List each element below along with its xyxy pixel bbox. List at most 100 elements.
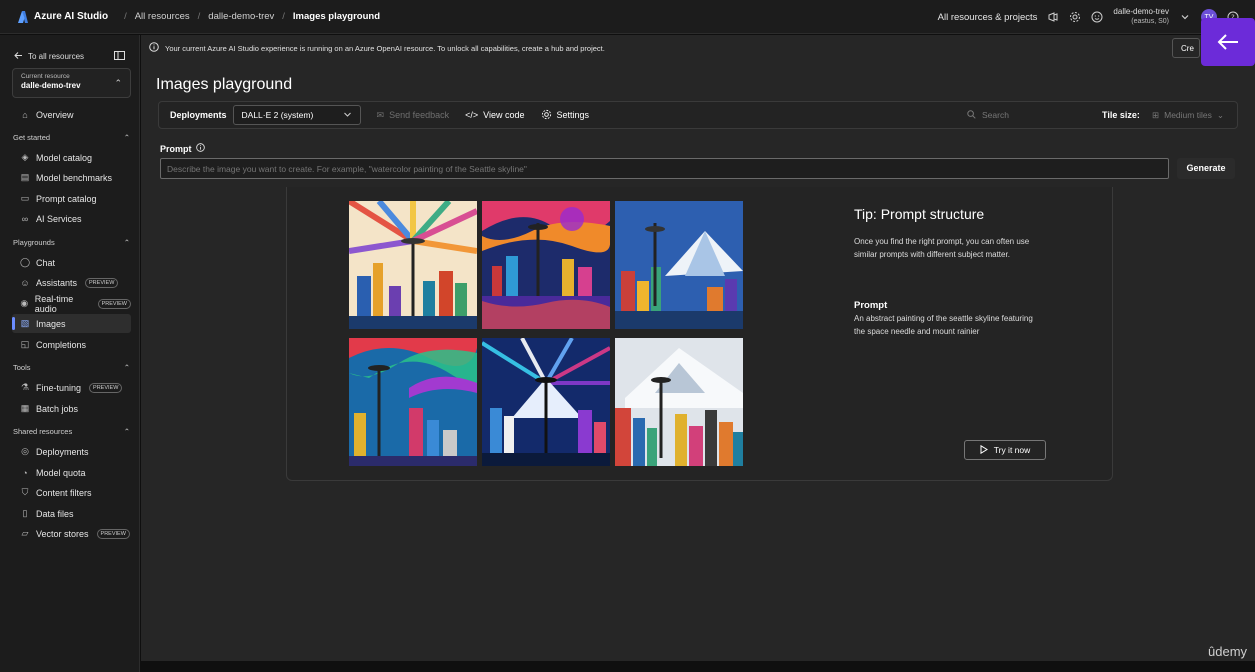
chevron-up-icon: ⌃ [123, 133, 130, 142]
sidebar-item-label: AI Services [36, 213, 82, 224]
toolbar: Deployments DALL·E 2 (system) ✉ Send fee… [158, 101, 1238, 129]
sidebar-item-label: Batch jobs [36, 403, 79, 414]
view-code-label: View code [483, 110, 525, 120]
info-icon[interactable] [195, 143, 205, 154]
assistant-icon: ☺ [20, 277, 30, 288]
account-region: (eastus, S0) [1131, 18, 1169, 25]
sidebar-item-realtime-audio[interactable]: ◉ Real-time audio PREVIEW [12, 294, 131, 314]
announcement-icon[interactable] [1047, 11, 1059, 23]
chevron-up-icon: ⌃ [123, 427, 130, 436]
chevron-down-icon[interactable] [1179, 11, 1191, 23]
file-icon: ▯ [22, 508, 28, 518]
settings-label: Settings [556, 110, 590, 120]
breadcrumb-all-resources[interactable]: All resources [135, 11, 190, 22]
group-label: Shared resources [13, 427, 73, 436]
sidebar-item-label: Data files [36, 508, 74, 519]
sample-image [615, 338, 743, 466]
deployments-label: Deployments [170, 110, 227, 120]
sidebar-item-model-quota[interactable]: ◔ Model quota [12, 463, 131, 482]
services-icon: ∞ [21, 213, 29, 224]
main-content: Images playground Deployments DALL·E 2 (… [141, 61, 1255, 661]
tile-grid-icon: ⊞ [1152, 109, 1160, 120]
settings-button[interactable]: Settings [541, 109, 590, 122]
send-feedback-button[interactable]: ✉ Send feedback [377, 110, 450, 121]
sample-image [482, 338, 610, 466]
view-code-button[interactable]: </> View code [465, 110, 524, 120]
batch-icon: ▦ [20, 403, 30, 413]
audio-icon: ◉ [20, 298, 29, 308]
brand[interactable]: Azure AI Studio [0, 10, 109, 23]
gear-icon [541, 109, 552, 122]
sidebar-item-label: Model catalog [36, 152, 93, 163]
sidebar-item-content-filters[interactable]: ⛉ Content filters [12, 483, 131, 502]
generate-button[interactable]: Generate [1177, 158, 1235, 179]
chevron-down-icon [343, 110, 352, 121]
sidebar-item-model-catalog[interactable]: ◈ Model catalog [12, 148, 131, 167]
gear-icon[interactable] [1069, 11, 1081, 23]
preview-badge: PREVIEW [89, 382, 123, 393]
try-it-now-label: Try it now [993, 445, 1031, 455]
search-input[interactable]: Search [959, 105, 1094, 125]
group-shared-resources[interactable]: Shared resources ⌃ [13, 427, 130, 436]
breadcrumb-resource[interactable]: dalle-demo-trev [208, 11, 274, 22]
sidebar-item-model-benchmarks[interactable]: ▤ Model benchmarks [12, 168, 131, 187]
tip-card: Tip: Prompt structure Once you find the … [286, 187, 1113, 481]
group-tools[interactable]: Tools ⌃ [13, 363, 130, 372]
sample-image [349, 201, 477, 329]
sidebar-item-label: Overview [36, 109, 74, 120]
sample-image [482, 201, 610, 329]
sidebar-item-data-files[interactable]: ▯ Data files [12, 504, 131, 523]
back-to-resources[interactable]: To all resources [14, 51, 125, 62]
sidebar-item-overview[interactable]: ⌂ Overview [12, 105, 131, 124]
sidebar-item-fine-tuning[interactable]: ⚗ Fine-tuning PREVIEW [12, 378, 131, 397]
sidebar-item-images[interactable]: ▧ Images [12, 314, 131, 333]
udemy-watermark: ûdemy [1208, 644, 1248, 659]
breadcrumb-separator: / [124, 11, 127, 22]
page-title: Images playground [156, 76, 293, 93]
quota-icon: ◔ [22, 467, 28, 478]
group-get-started[interactable]: Get started ⌃ [13, 133, 130, 142]
group-label: Get started [13, 133, 51, 142]
account-name: dalle-demo-trev [1113, 7, 1169, 16]
projects-link[interactable]: All resources & projects [938, 12, 1038, 23]
search-placeholder: Search [982, 110, 1009, 120]
app-name: Azure AI Studio [34, 11, 109, 22]
collapse-sidebar-icon[interactable] [114, 51, 125, 62]
prompt-input[interactable] [160, 158, 1169, 179]
breadcrumb-current: Images playground [292, 11, 381, 22]
sidebar-item-prompt-catalog[interactable]: ▭ Prompt catalog [12, 189, 131, 208]
group-label: Playgrounds [13, 238, 55, 247]
back-arrow-button[interactable] [1201, 18, 1255, 66]
shield-icon: ⛉ [21, 487, 29, 497]
sidebar-item-label: Assistants [36, 277, 78, 288]
try-it-now-button[interactable]: Try it now [964, 440, 1046, 460]
resource-selector[interactable]: Current resource dalle-demo-trev ⌃ [12, 68, 131, 98]
banner-text: Your current Azure AI Studio experience … [165, 43, 605, 53]
sample-image [349, 338, 477, 466]
sample-image [615, 201, 743, 329]
play-icon [980, 444, 988, 456]
sidebar-item-completions[interactable]: ◱ Completions [12, 335, 131, 354]
tip-body: Once you find the right prompt, you can … [854, 237, 1030, 259]
sidebar-item-ai-services[interactable]: ∞ AI Services [12, 209, 131, 228]
feedback-smiley-icon[interactable] [1091, 11, 1103, 23]
sidebar-item-label: Model benchmarks [36, 172, 113, 183]
sidebar-item-label: Fine-tuning [36, 382, 82, 393]
sidebar-item-assistants[interactable]: ☺ Assistants PREVIEW [12, 273, 131, 292]
tile-size-dropdown[interactable]: ⊞ Medium tiles ⌄ [1152, 105, 1232, 125]
tile-size-value: Medium tiles [1164, 110, 1212, 120]
updown-chevron-icon: ⌃ [114, 78, 122, 88]
sidebar-item-vector-stores[interactable]: ▱ Vector stores PREVIEW [12, 524, 131, 543]
create-hub-button[interactable]: Cre [1172, 38, 1200, 58]
group-playgrounds[interactable]: Playgrounds ⌃ [13, 238, 130, 247]
sidebar: To all resources Current resource dalle-… [0, 35, 140, 672]
account-info[interactable]: dalle-demo-trev (eastus, S0) [1113, 7, 1169, 27]
deployment-dropdown[interactable]: DALL·E 2 (system) [232, 105, 361, 125]
breadcrumb-separator: / [197, 11, 201, 22]
prompt-icon: ▭ [20, 193, 30, 203]
sidebar-item-deployments[interactable]: ◎ Deployments [12, 442, 131, 461]
sidebar-item-chat[interactable]: ◯ Chat [12, 253, 131, 272]
benchmark-icon: ▤ [20, 172, 30, 182]
feedback-icon: ✉ [376, 109, 385, 120]
sidebar-item-batch-jobs[interactable]: ▦ Batch jobs [12, 399, 131, 418]
